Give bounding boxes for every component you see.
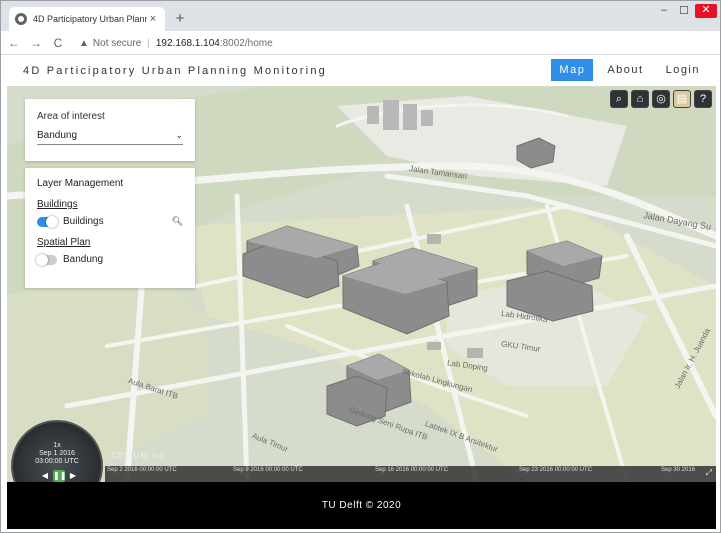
bandung-toggle[interactable] <box>36 253 57 266</box>
app-title: 4D Participatory Urban Planning Monitori… <box>23 65 327 77</box>
url-separator: | <box>147 37 150 49</box>
animation-widget: 1x Sep 1 2016 03:00:00 UTC ◀ ❚❚ ▶ <box>7 416 107 482</box>
browser-toolbar: ← → C ▲ Not secure | 192.168.1.104:8002/… <box>1 31 720 79</box>
footer: TU Delft © 2020 <box>7 482 716 529</box>
buildings-toggle[interactable] <box>37 215 58 228</box>
address-bar[interactable]: ▲ Not secure | 192.168.1.104:8002/home <box>79 34 549 52</box>
browser-window: 4D Participatory Urban Planning × + – ☐ … <box>0 0 721 533</box>
globe-icon[interactable]: ◎ <box>652 90 670 108</box>
timeline-tick: Sep 2 2016 00:00:00 UTC <box>107 467 177 473</box>
animation-time: 03:00:00 UTC <box>35 458 79 465</box>
nav-map[interactable]: Map <box>551 59 594 81</box>
app-header: 4D Participatory Urban Planning Monitori… <box>7 56 716 86</box>
pause-icon[interactable]: ❚❚ <box>53 470 66 482</box>
timeline-tick: Sep 30 2016 <box>661 467 696 473</box>
layer-label: Buildings <box>63 216 104 227</box>
search-icon[interactable]: ⌕ <box>610 90 628 108</box>
minimize-icon[interactable]: – <box>655 4 673 16</box>
back-icon[interactable]: ← <box>5 36 23 50</box>
cesium-ion-logo[interactable]: CESIUM ion <box>111 451 165 460</box>
toggle-knob <box>36 253 48 266</box>
help-icon[interactable]: ? <box>694 90 712 108</box>
timeline-tick: Sep 16 2016 00:00:00 UTC <box>375 467 449 473</box>
animation-speed: 1x <box>53 442 61 449</box>
area-of-interest-select[interactable]: Bandung ⌄ <box>37 127 183 145</box>
layer-management-title: Layer Management <box>37 178 124 189</box>
home-icon[interactable]: ⌂ <box>631 90 649 108</box>
chevron-down-icon: ⌄ <box>175 130 183 140</box>
tab-strip: 4D Participatory Urban Planning × + – ☐ … <box>1 1 720 31</box>
layer-management-panel: Layer Management Buildings Buildings 🔍︎ … <box>25 168 195 288</box>
nav-login[interactable]: Login <box>658 59 708 81</box>
rewind-icon[interactable]: ◀ <box>39 470 51 482</box>
play-icon[interactable]: ▶ <box>67 470 79 482</box>
base-layer-picker-icon[interactable]: ▤ <box>673 90 691 108</box>
layer-group-spatial-plan[interactable]: Spatial Plan <box>37 237 183 248</box>
layer-label: Bandung <box>63 254 104 265</box>
main-nav: Map About Login <box>545 59 708 81</box>
close-tab-icon[interactable]: × <box>147 13 159 25</box>
layer-row-buildings: Buildings 🔍︎ <box>37 215 183 228</box>
new-tab-button[interactable]: + <box>171 10 189 28</box>
not-secure-label: Not secure <box>92 37 142 49</box>
close-window-icon[interactable]: ✕ <box>695 4 717 18</box>
area-of-interest-value: Bandung <box>37 130 78 141</box>
nav-about[interactable]: About <box>599 59 651 81</box>
area-of-interest-label: Area of interest <box>37 111 105 122</box>
forward-icon[interactable]: → <box>27 36 45 50</box>
browser-tab[interactable]: 4D Participatory Urban Planning × <box>9 7 165 31</box>
maximize-icon[interactable]: ☐ <box>675 4 693 17</box>
map-viewer[interactable]: Jalan Tamansari Jalan Dayang Su Lab Dopi… <box>7 86 716 482</box>
timeline[interactable]: Sep 2 2016 00:00:00 UTC Sep 9 2016 00:00… <box>105 466 716 482</box>
layer-group-buildings[interactable]: Buildings <box>37 199 183 210</box>
url-path: :8002/home <box>219 37 273 49</box>
layer-row-bandung: Bandung <box>36 253 183 266</box>
area-of-interest-panel: Area of interest Bandung ⌄ <box>25 99 195 161</box>
map-toolbar: ⌕ ⌂ ◎ ▤ ? <box>607 90 712 108</box>
zoom-to-layer-icon[interactable]: 🔍︎ <box>172 216 183 227</box>
timeline-tick: Sep 23 2016 00:00:00 UTC <box>519 467 593 473</box>
globe-icon <box>15 13 27 25</box>
animation-date: Sep 1 2016 <box>39 450 75 457</box>
timeline-tick: Sep 9 2016 00:00:00 UTC <box>233 467 303 473</box>
toggle-knob <box>46 215 58 228</box>
warning-icon: ▲ <box>79 37 89 49</box>
fullscreen-icon[interactable]: ⤢ <box>706 468 712 478</box>
tab-title: 4D Participatory Urban Planning <box>33 14 147 24</box>
footer-text: TU Delft © 2020 <box>321 500 402 511</box>
reload-icon[interactable]: C <box>49 36 67 50</box>
url-host: 192.168.1.104 <box>155 37 220 49</box>
